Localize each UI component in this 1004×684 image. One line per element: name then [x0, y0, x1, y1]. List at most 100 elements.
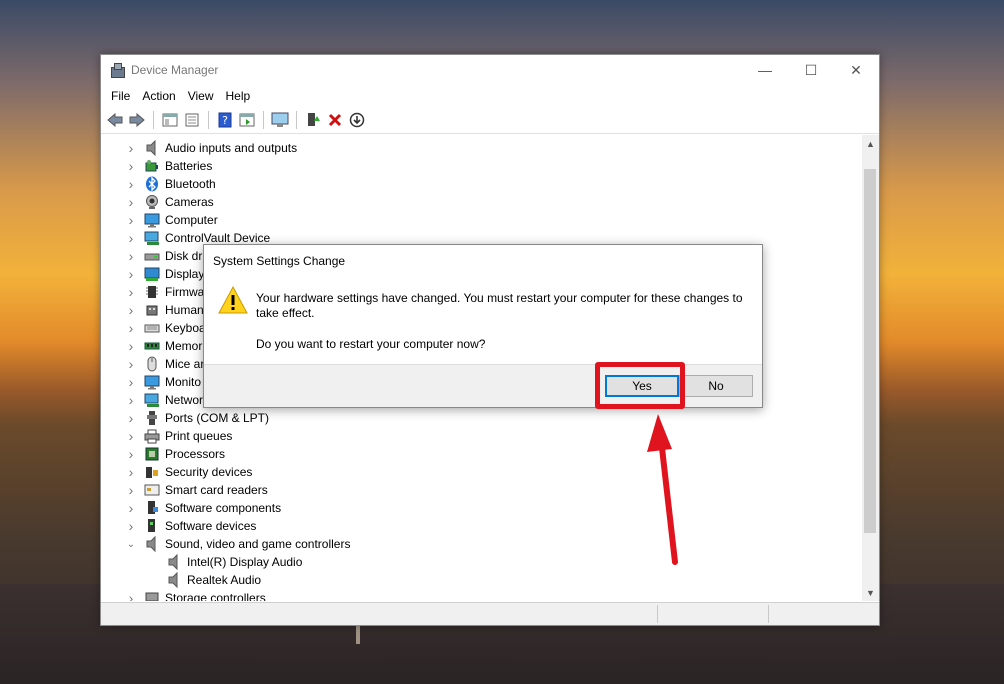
device-category[interactable]: › Bluetooth — [126, 175, 216, 193]
collapsed-chevron-icon[interactable]: › — [126, 590, 136, 601]
minimize-button[interactable]: — — [742, 55, 788, 85]
device-category[interactable]: › Audio inputs and outputs — [126, 139, 297, 157]
device-manager-icon — [109, 62, 125, 78]
display-adapter-icon — [144, 266, 160, 282]
device-category[interactable]: › Security devices — [126, 463, 253, 481]
title-bar[interactable]: Device Manager — ☐ ✕ — [101, 55, 879, 85]
tree-item-label: Realtek Audio — [187, 573, 262, 587]
collapsed-chevron-icon[interactable]: › — [126, 518, 136, 534]
collapsed-chevron-icon[interactable]: › — [126, 410, 136, 426]
device-category[interactable]: › Print queues — [126, 427, 233, 445]
device-category[interactable]: › Mice ar — [126, 355, 205, 373]
collapsed-chevron-icon[interactable]: › — [126, 248, 136, 264]
menu-action[interactable]: Action — [136, 87, 181, 105]
collapsed-chevron-icon[interactable]: › — [126, 176, 136, 192]
device-category[interactable]: ⌄ Sound, video and game controllers — [126, 535, 350, 553]
collapsed-chevron-icon[interactable]: › — [126, 464, 136, 480]
memory-icon — [144, 338, 160, 354]
collapsed-chevron-icon[interactable]: › — [126, 428, 136, 444]
collapsed-chevron-icon[interactable]: › — [126, 446, 136, 462]
tree-item-label: Disk dri — [165, 249, 206, 263]
device-category[interactable]: › Software devices — [126, 517, 257, 535]
device-category[interactable]: › Computer — [126, 211, 218, 229]
scroll-thumb[interactable] — [864, 169, 876, 533]
collapsed-chevron-icon[interactable]: › — [126, 320, 136, 336]
no-button[interactable]: No — [679, 375, 753, 397]
software-device-icon — [144, 518, 160, 534]
help-icon[interactable]: ? — [215, 110, 235, 130]
collapsed-chevron-icon[interactable]: › — [126, 212, 136, 228]
console-tree-icon[interactable] — [160, 110, 180, 130]
tree-item-label: Mice ar — [165, 357, 205, 371]
device-category[interactable]: › Batteries — [126, 157, 213, 175]
network-monitor-icon — [144, 230, 160, 246]
collapsed-chevron-icon[interactable]: › — [126, 482, 136, 498]
menu-help[interactable]: Help — [220, 87, 257, 105]
expanded-chevron-icon[interactable]: ⌄ — [126, 539, 136, 550]
action-pane-icon[interactable] — [237, 110, 257, 130]
collapsed-chevron-icon[interactable]: › — [126, 356, 136, 372]
hid-icon — [144, 302, 160, 318]
device-category[interactable]: › Software components — [126, 499, 281, 517]
tree-item-label: ControlVault Device — [165, 231, 271, 245]
forward-icon[interactable] — [127, 110, 147, 130]
device-category[interactable]: › Storage controllers — [126, 589, 266, 601]
collapsed-chevron-icon[interactable]: › — [126, 392, 136, 408]
maximize-button[interactable]: ☐ — [788, 55, 834, 85]
collapsed-chevron-icon[interactable]: › — [126, 284, 136, 300]
device-category[interactable]: › Networ — [126, 391, 203, 409]
device-category[interactable]: › Smart card readers — [126, 481, 268, 499]
collapsed-chevron-icon[interactable]: › — [126, 158, 136, 174]
back-icon[interactable] — [105, 110, 125, 130]
menu-file[interactable]: File — [105, 87, 136, 105]
device-category[interactable]: › Monito — [126, 373, 201, 391]
device-category[interactable]: › Keyboa — [126, 319, 206, 337]
collapsed-chevron-icon[interactable]: › — [126, 230, 136, 246]
device-category[interactable]: › Display — [126, 265, 205, 283]
device-item[interactable]: Intel(R) Display Audio — [148, 553, 302, 571]
menu-bar: File Action View Help — [101, 85, 879, 107]
toolbar-separator — [153, 111, 154, 129]
collapsed-chevron-icon[interactable]: › — [126, 500, 136, 516]
tree-item-label: Memor — [165, 339, 203, 353]
device-category[interactable]: › Firmwa — [126, 283, 205, 301]
vertical-scrollbar[interactable]: ▲ ▼ — [862, 135, 879, 601]
device-category[interactable]: › Processors — [126, 445, 225, 463]
menu-view[interactable]: View — [182, 87, 220, 105]
camera-icon — [144, 194, 160, 210]
update-driver-icon[interactable] — [303, 110, 323, 130]
status-segment — [657, 605, 768, 623]
tree-item-label: Keyboa — [165, 321, 206, 335]
disable-device-icon[interactable] — [347, 110, 367, 130]
tree-item-label: Monito — [165, 375, 202, 389]
device-item[interactable]: Realtek Audio — [148, 571, 261, 589]
battery-icon — [144, 158, 160, 174]
collapsed-chevron-icon[interactable]: › — [126, 374, 136, 390]
toolbar-separator — [296, 111, 297, 129]
keyboard-icon — [144, 320, 160, 336]
collapsed-chevron-icon[interactable]: › — [126, 194, 136, 210]
device-category[interactable]: › Human — [126, 301, 204, 319]
warning-icon — [218, 285, 248, 314]
uninstall-icon[interactable] — [325, 110, 345, 130]
scroll-down-icon[interactable]: ▼ — [862, 584, 879, 601]
yes-button-highlight — [595, 362, 685, 409]
device-category[interactable]: › Disk dri — [126, 247, 205, 265]
device-category[interactable]: › Cameras — [126, 193, 214, 211]
device-category[interactable]: › Memor — [126, 337, 203, 355]
collapsed-chevron-icon[interactable]: › — [126, 266, 136, 282]
collapsed-chevron-icon[interactable]: › — [126, 302, 136, 318]
chip-icon — [144, 284, 160, 300]
toolbar-separator — [263, 111, 264, 129]
scan-hardware-icon[interactable] — [270, 110, 290, 130]
scroll-up-icon[interactable]: ▲ — [862, 135, 879, 152]
security-device-icon — [144, 464, 160, 480]
tree-item-label: Firmwa — [165, 285, 205, 299]
properties-icon[interactable] — [182, 110, 202, 130]
dialog-title: System Settings Change — [213, 254, 346, 268]
collapsed-chevron-icon[interactable]: › — [126, 338, 136, 354]
device-category[interactable]: › Ports (COM & LPT) — [126, 409, 269, 427]
collapsed-chevron-icon[interactable]: › — [126, 140, 136, 156]
storage-controller-icon — [144, 590, 160, 601]
close-button[interactable]: ✕ — [833, 55, 879, 85]
